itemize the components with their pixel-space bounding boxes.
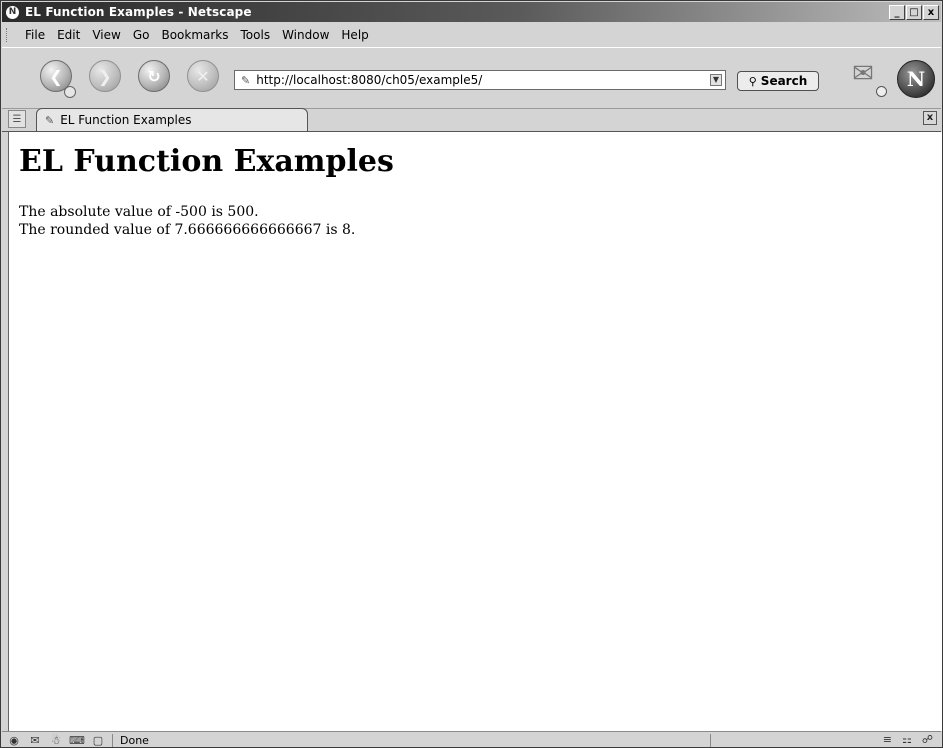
new-tab-button[interactable]: ☰ [8, 110, 26, 128]
search-icon: ⚲ [748, 74, 757, 88]
maximize-button[interactable]: □ [906, 5, 922, 20]
online-offline-icon[interactable]: ≡ [883, 733, 892, 746]
rounded-value-text: The rounded value of 7.666666666666667 i… [19, 222, 356, 238]
stop-icon: ✕ [196, 66, 210, 86]
tab-el-function-examples[interactable]: ✎ EL Function Examples [36, 108, 308, 131]
search-button[interactable]: ⚲ Search [737, 71, 819, 91]
tab-bar: ☰ ✎ EL Function Examples x [2, 107, 941, 132]
menu-edit[interactable]: Edit [51, 28, 86, 42]
status-separator [112, 734, 113, 747]
new-tab-icon: ☰ [12, 113, 22, 125]
browser-window: N EL Function Examples - Netscape _ □ x … [0, 0, 943, 748]
cookie-icon[interactable]: ⚏ [902, 733, 912, 746]
status-bar: ◉ ✉ ☃ ⌨ ▢ Done ≡ ⚏ ☍ [2, 731, 941, 747]
mail-icon[interactable]: ✉ [844, 58, 882, 90]
window-title: EL Function Examples - Netscape [25, 5, 252, 19]
status-text: Done [120, 734, 149, 747]
page-icon: ✎ [45, 113, 55, 127]
menu-view[interactable]: View [86, 28, 126, 42]
back-arrow-icon: ❮ [49, 66, 63, 86]
mail-status-icon[interactable]: ✉ [26, 734, 44, 747]
netscape-throbber-logo[interactable]: N [897, 60, 935, 98]
address-book-icon[interactable]: ☃ [47, 734, 65, 747]
tab-label: EL Function Examples [60, 113, 192, 127]
menu-bookmarks[interactable]: Bookmarks [155, 28, 234, 42]
menu-window[interactable]: Window [276, 28, 335, 42]
menu-file[interactable]: File [19, 28, 51, 42]
forward-arrow-icon: ❯ [98, 66, 112, 86]
page-title: EL Function Examples [19, 144, 394, 179]
navigator-icon[interactable]: ◉ [5, 734, 23, 747]
minimize-button[interactable]: _ [889, 5, 905, 20]
menu-bar: File Edit View Go Bookmarks Tools Window… [2, 24, 941, 46]
security-lock-icon[interactable]: ☍ [922, 733, 933, 746]
reload-button[interactable]: ↻ [138, 60, 170, 92]
window-controls: _ □ x [889, 5, 939, 20]
chat-icon[interactable]: ▢ [89, 734, 107, 747]
navigation-toolbar: ❮ ❯ ↻ ✕ ✎ http://localhost:8080/ch05/exa… [2, 47, 941, 109]
status-divider [710, 734, 711, 747]
mail-dropdown[interactable] [876, 86, 887, 97]
menu-tools[interactable]: Tools [235, 28, 277, 42]
title-bar: N EL Function Examples - Netscape _ □ x [2, 2, 941, 22]
url-history-dropdown-icon[interactable]: ▼ [710, 74, 722, 86]
search-label: Search [760, 74, 808, 88]
page-proxy-icon[interactable]: ✎ [241, 74, 250, 87]
status-indicators: ≡ ⚏ ☍ [883, 733, 933, 746]
url-bar[interactable]: ✎ http://localhost:8080/ch05/example5/ ▼ [234, 70, 726, 90]
page-content: EL Function Examples The absolute value … [8, 132, 942, 731]
menu-help[interactable]: Help [335, 28, 374, 42]
back-history-dropdown[interactable] [64, 86, 76, 98]
close-tab-button[interactable]: x [923, 111, 937, 125]
composer-icon[interactable]: ⌨ [68, 734, 86, 747]
netscape-icon: N [6, 5, 19, 19]
absolute-value-text: The absolute value of -500 is 500. [19, 204, 259, 220]
toolbar-grip-icon[interactable] [6, 28, 13, 42]
menu-go[interactable]: Go [127, 28, 156, 42]
stop-button[interactable]: ✕ [187, 60, 219, 92]
forward-button[interactable]: ❯ [89, 60, 121, 92]
close-button[interactable]: x [923, 5, 939, 20]
url-text[interactable]: http://localhost:8080/ch05/example5/ [256, 73, 482, 87]
reload-icon: ↻ [147, 66, 161, 86]
